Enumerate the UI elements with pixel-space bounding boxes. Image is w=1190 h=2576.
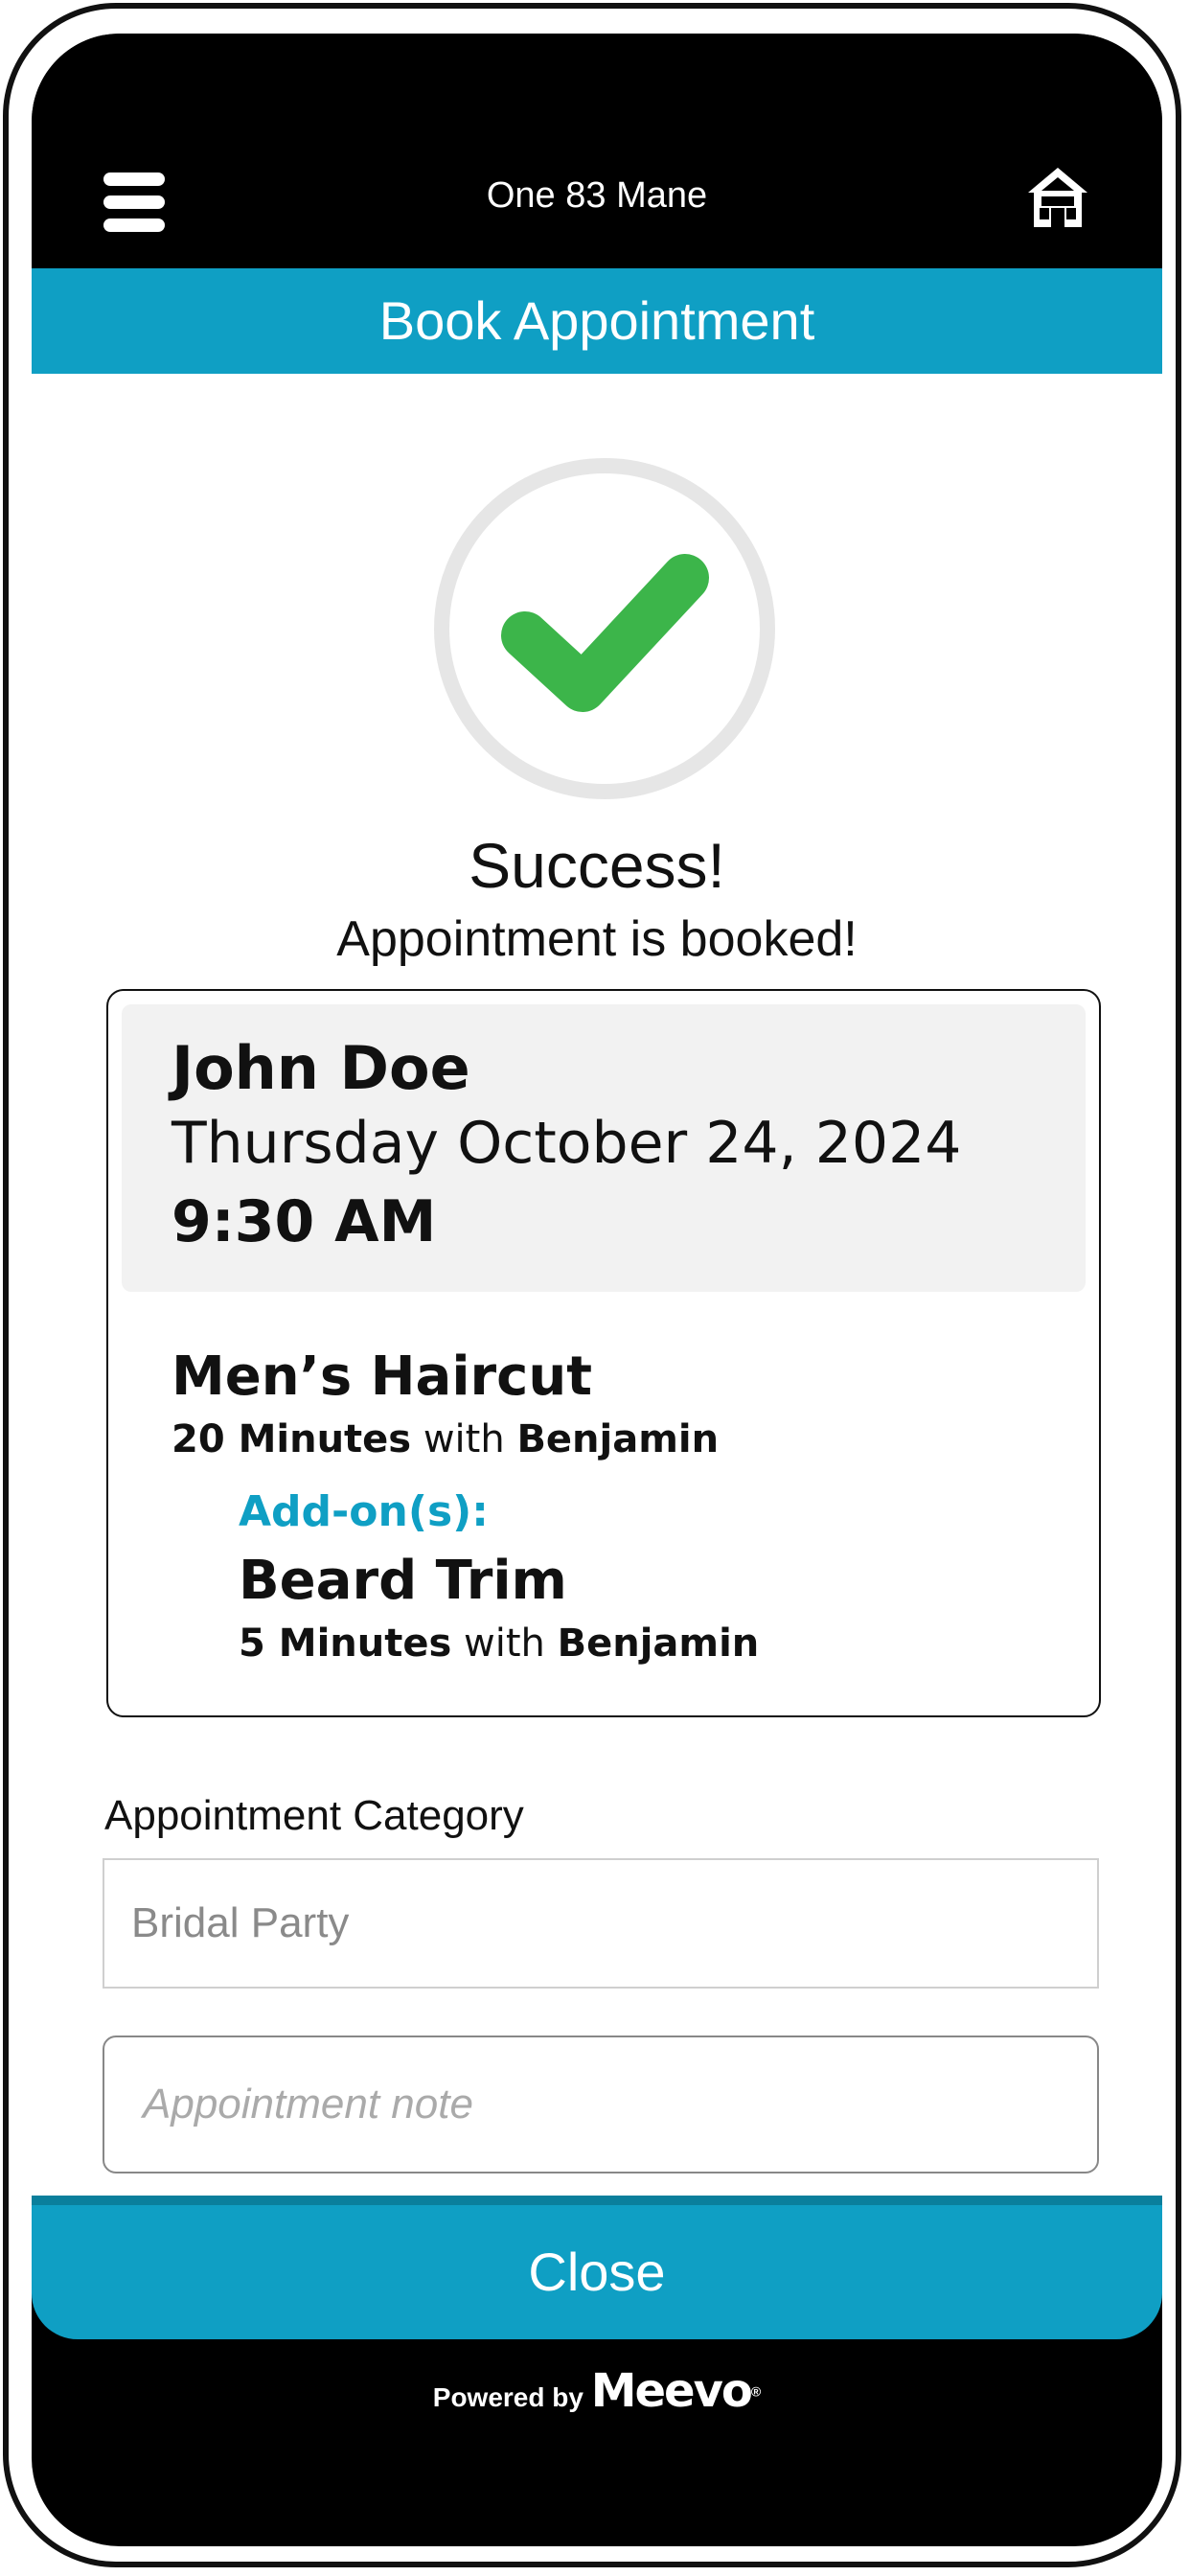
addon-detail: 5 Minutes with Benjamin <box>239 1622 759 1666</box>
addon-duration: 5 Minutes <box>239 1622 452 1666</box>
service-detail: 20 Minutes with Benjamin <box>172 1417 719 1461</box>
service-name: Men’s Haircut <box>172 1346 592 1408</box>
powered-by: Powered by Meevo® <box>32 2364 1162 2418</box>
brand-mark: ® <box>750 2383 762 2400</box>
close-button[interactable]: Close <box>32 2196 1162 2339</box>
addons-label: Add-on(s): <box>239 1487 489 1536</box>
client-name: John Doe <box>172 1033 470 1103</box>
appointment-category-label: Appointment Category <box>104 1792 524 1839</box>
appointment-note-input[interactable]: Appointment note <box>103 2036 1099 2174</box>
checkmark-icon <box>434 458 775 799</box>
success-title: Success! <box>469 830 725 901</box>
appointment-date: Thursday October 24, 2024 <box>172 1110 962 1177</box>
service-duration: 20 Minutes <box>172 1417 412 1461</box>
service-with: with <box>423 1417 505 1461</box>
appointment-category-select[interactable]: Bridal Party <box>103 1858 1099 1989</box>
brand-logo: Meevo <box>590 2364 753 2418</box>
success-subtitle: Appointment is booked! <box>336 911 858 967</box>
home-icon[interactable] <box>1024 164 1091 231</box>
appointment-header: John Doe Thursday October 24, 2024 9:30 … <box>122 1004 1086 1292</box>
service-provider: Benjamin <box>516 1417 720 1461</box>
top-bar: One 83 Mane <box>32 34 1162 268</box>
page-title: Book Appointment <box>32 268 1162 374</box>
addon-with: with <box>464 1622 545 1666</box>
app-screen: One 83 Mane Book Appointment Success! Ap… <box>32 34 1162 2546</box>
addon-name: Beard Trim <box>239 1550 567 1612</box>
addon-provider: Benjamin <box>557 1622 760 1666</box>
app-title: One 83 Mane <box>486 175 708 216</box>
appointment-time: 9:30 AM <box>172 1188 437 1255</box>
appointment-summary-card: John Doe Thursday October 24, 2024 9:30 … <box>106 989 1101 1717</box>
powered-by-label: Powered by <box>432 2382 584 2412</box>
main-content: Success! Appointment is booked! John Doe… <box>32 374 1162 2228</box>
